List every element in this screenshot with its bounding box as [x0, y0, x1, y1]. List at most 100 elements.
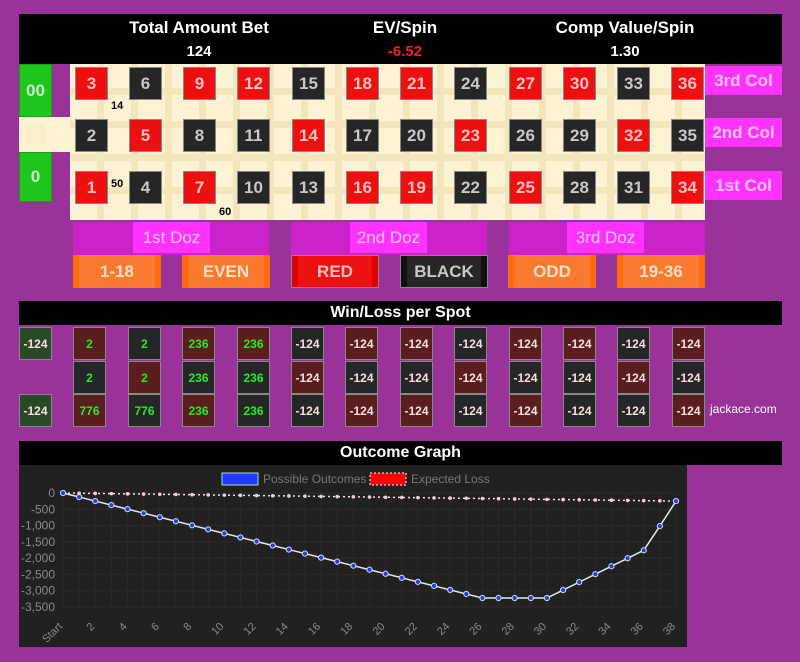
- bet-spot-32[interactable]: 32: [617, 119, 650, 152]
- bet-spot-13[interactable]: 13: [292, 171, 325, 204]
- bet-spot-23[interactable]: 23: [454, 119, 487, 152]
- bet-2nd-dozen[interactable]: 2nd Doz: [291, 222, 487, 255]
- bet-spot-35[interactable]: 35: [671, 119, 704, 152]
- bet-spot-0[interactable]: 0: [19, 152, 52, 202]
- expected-loss-point: [480, 496, 485, 501]
- possible-outcome-point: [76, 493, 83, 501]
- bet-spot-27[interactable]: 27: [509, 67, 542, 100]
- win-loss-value: 236: [188, 403, 209, 418]
- chip-amount[interactable]: 60: [219, 206, 231, 218]
- bet-spot-19[interactable]: 19: [400, 171, 433, 204]
- bet-spot-3[interactable]: 3: [75, 67, 108, 100]
- x-tick-label: 20: [371, 621, 388, 638]
- bet-spot-29[interactable]: 29: [563, 119, 596, 152]
- bet-spot-10[interactable]: 10: [237, 171, 270, 204]
- x-tick-label: 8: [181, 621, 194, 634]
- bet-spot-31[interactable]: 31: [617, 171, 650, 204]
- bet-spot-22[interactable]: 22: [454, 171, 487, 204]
- bet-spot-28[interactable]: 28: [563, 171, 596, 204]
- legend-label-possible-outcomes: Possible Outcomes: [263, 472, 366, 486]
- bet-spot-36[interactable]: 36: [671, 67, 704, 100]
- bet-spot-6[interactable]: 6: [129, 67, 162, 100]
- win-loss-cell: 776: [73, 394, 106, 427]
- bet-spot-17[interactable]: 17: [346, 119, 379, 152]
- bet-spot-5[interactable]: 5: [129, 119, 162, 152]
- bet-spot-4[interactable]: 4: [129, 171, 162, 204]
- expected-loss-point: [367, 495, 372, 499]
- bet-3rd-column[interactable]: 3rd Col: [705, 66, 782, 95]
- bet-1st-column[interactable]: 1st Col: [705, 171, 782, 200]
- bet-spot-1[interactable]: 1: [75, 171, 108, 204]
- bet-spot-34[interactable]: 34: [671, 171, 704, 204]
- bet-black[interactable]: BLACK: [400, 255, 488, 288]
- x-tick-label: 32: [564, 621, 581, 638]
- possible-outcome-point: [124, 506, 131, 513]
- y-tick-label: -2,000: [21, 551, 55, 565]
- outcome-chart: 0 -500 -1,000 -1,500 -2,000 -2,500 -3,000 -3,50…: [21, 472, 680, 646]
- bet-3rd-dozen[interactable]: 3rd Doz: [509, 222, 705, 255]
- bet-spot-25[interactable]: 25: [509, 171, 542, 204]
- possible-outcome-point: [92, 497, 99, 505]
- bet-spot-2[interactable]: 2: [75, 119, 108, 152]
- possible-outcome-point: [221, 530, 228, 537]
- bet-spot-14[interactable]: 14: [292, 119, 325, 152]
- win-loss-value: 776: [134, 403, 155, 418]
- win-loss-cell: -124: [291, 327, 324, 360]
- bet-spot-21[interactable]: 21: [400, 67, 433, 100]
- bet-spot-16[interactable]: 16: [346, 171, 379, 204]
- win-loss-value: 2: [141, 370, 148, 385]
- bet-spot-30[interactable]: 30: [563, 67, 596, 100]
- bet-odd[interactable]: ODD: [508, 255, 596, 288]
- bet-spot-8[interactable]: 8: [183, 119, 216, 152]
- expected-loss-point: [529, 497, 533, 501]
- bet-spot-00[interactable]: 00: [19, 64, 52, 117]
- bet-1-18[interactable]: 1-18: [73, 255, 161, 288]
- y-tick-label: -1,000: [21, 519, 55, 533]
- expected-loss-point: [109, 491, 114, 496]
- outcome-graph: 0 -500 -1,000 -1,500 -2,000 -2,500 -3,000 -3,50…: [19, 465, 687, 647]
- bet-19-36[interactable]: 19-36: [617, 255, 705, 288]
- x-tick-label: 2: [85, 621, 98, 634]
- win-loss-value: -124: [513, 370, 538, 385]
- bet-spot-9[interactable]: 9: [183, 67, 216, 100]
- expected-loss-point: [303, 494, 307, 498]
- bet-spot-7[interactable]: 7: [183, 171, 216, 204]
- y-tick-label: -2,500: [21, 567, 55, 581]
- bet-spot-33[interactable]: 33: [617, 67, 650, 100]
- expected-loss-point: [416, 495, 420, 500]
- win-loss-cell: -124: [617, 361, 650, 394]
- bet-spot-18[interactable]: 18: [346, 67, 379, 100]
- ev-spin-value: -6.52: [387, 43, 423, 60]
- comp-value-label: Comp Value/Spin: [555, 18, 695, 37]
- possible-outcome-point: [285, 546, 292, 553]
- expected-loss-point: [383, 495, 388, 500]
- win-loss-cell: 236: [182, 361, 215, 394]
- bet-spot-20[interactable]: 20: [400, 119, 433, 152]
- bet-spot-11[interactable]: 11: [237, 119, 270, 152]
- win-loss-cell: -124: [563, 327, 596, 360]
- possible-outcome-point: [398, 574, 405, 581]
- bet-2nd-column[interactable]: 2nd Col: [705, 118, 782, 147]
- chip-amount[interactable]: 14: [111, 100, 123, 112]
- legend-swatch-expected-loss: [369, 472, 407, 486]
- possible-outcome-point: [269, 542, 276, 549]
- bet-red[interactable]: RED: [291, 255, 379, 288]
- bet-spot-26[interactable]: 26: [509, 119, 542, 152]
- win-loss-cell: -124: [400, 327, 433, 360]
- win-loss-value: -124: [621, 370, 646, 385]
- possible-outcome-point: [318, 554, 325, 561]
- chip-amount[interactable]: 50: [111, 178, 123, 190]
- expected-loss-point: [432, 496, 436, 500]
- expected-loss-point: [464, 496, 469, 501]
- expected-loss-point: [206, 493, 210, 497]
- bet-spot-12[interactable]: 12: [237, 67, 270, 100]
- win-loss-cell: -124: [400, 394, 433, 427]
- win-loss-cell: -124: [19, 327, 52, 360]
- possible-outcome-point: [414, 578, 421, 585]
- win-loss-cell: -124: [563, 361, 596, 394]
- bet-spot-24[interactable]: 24: [454, 67, 487, 100]
- bet-spot-15[interactable]: 15: [292, 67, 325, 100]
- bet-even[interactable]: EVEN: [182, 255, 270, 288]
- bet-1st-dozen[interactable]: 1st Doz: [73, 222, 269, 255]
- site-credit[interactable]: jackace.com: [710, 402, 777, 416]
